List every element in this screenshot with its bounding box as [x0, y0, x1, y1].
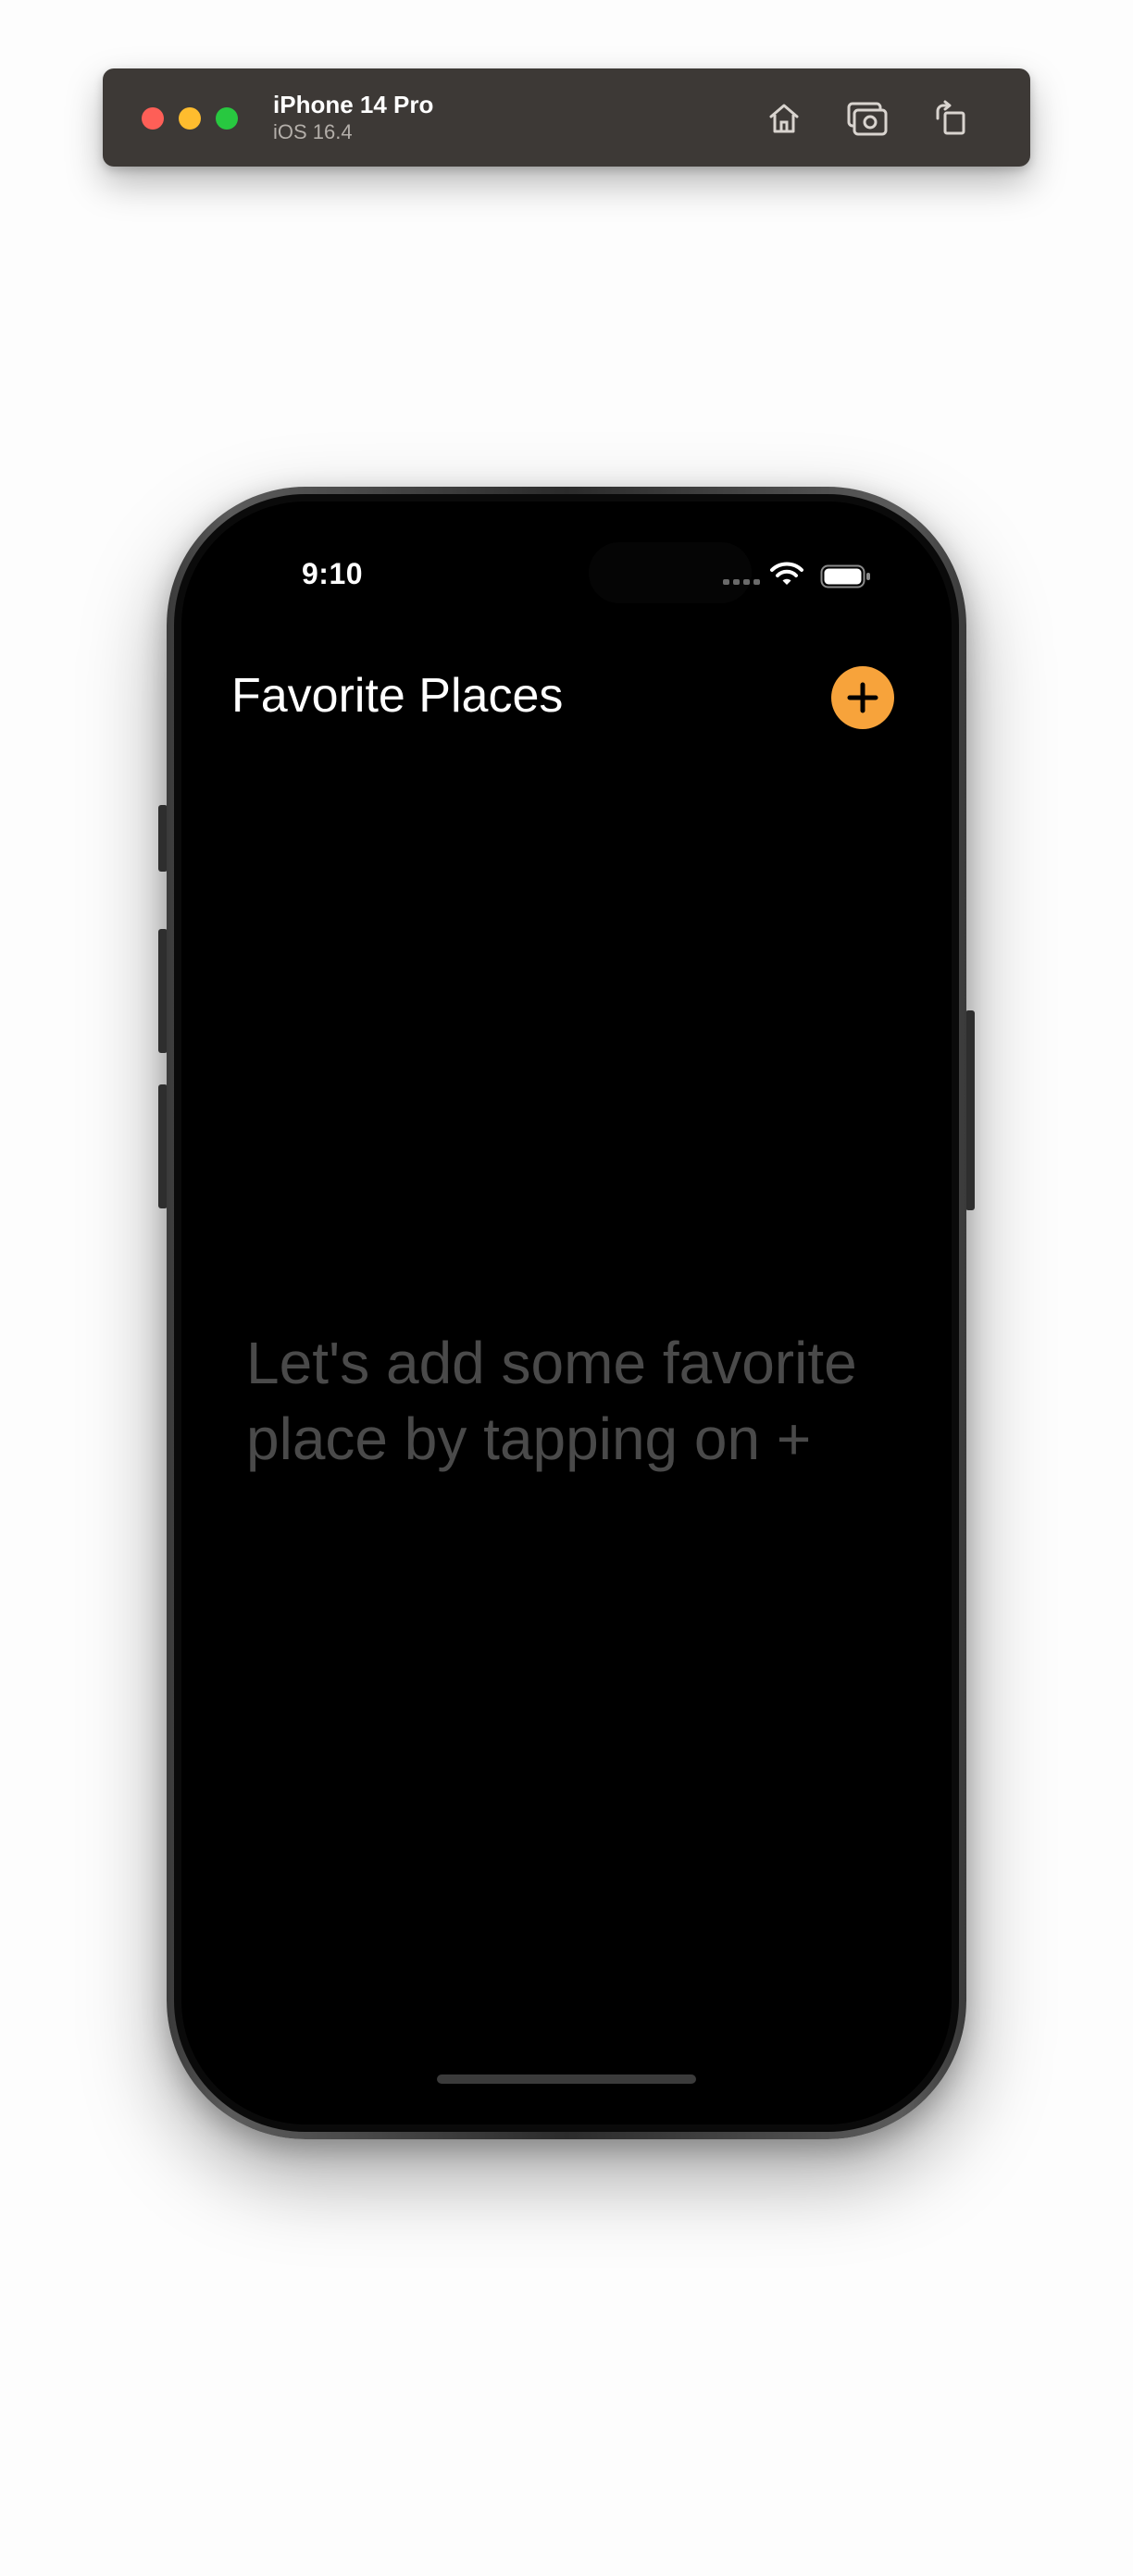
- zoom-window-button[interactable]: [216, 107, 238, 130]
- minimize-window-button[interactable]: [179, 107, 201, 130]
- simulator-toolbar: iPhone 14 Pro iOS 16.4: [103, 68, 1030, 167]
- device-name: iPhone 14 Pro: [273, 91, 434, 118]
- empty-state-message: Let's add some favorite place by tapping…: [246, 1330, 857, 1472]
- wifi-icon: [770, 562, 803, 585]
- phone-screen: 9:10 Favorite Places Let's add some favo…: [181, 502, 952, 2124]
- page-title: Favorite Places: [231, 669, 564, 723]
- home-icon: [769, 104, 799, 133]
- add-place-button[interactable]: [831, 666, 894, 729]
- home-button[interactable]: [756, 91, 812, 146]
- close-window-button[interactable]: [142, 107, 164, 130]
- signal-dots-icon: [723, 579, 760, 585]
- home-indicator[interactable]: [437, 2074, 696, 2084]
- screenshot-button[interactable]: [840, 91, 895, 146]
- rotate-icon: [936, 100, 965, 135]
- battery-icon: [820, 564, 870, 588]
- screenshot-icon: [847, 102, 888, 136]
- status-time: 9:10: [302, 557, 364, 590]
- device-os-version: iOS 16.4: [273, 120, 353, 143]
- power-button: [965, 1010, 975, 1210]
- dynamic-island: [589, 542, 752, 603]
- plus-icon: [847, 682, 878, 713]
- rotate-button[interactable]: [923, 91, 978, 146]
